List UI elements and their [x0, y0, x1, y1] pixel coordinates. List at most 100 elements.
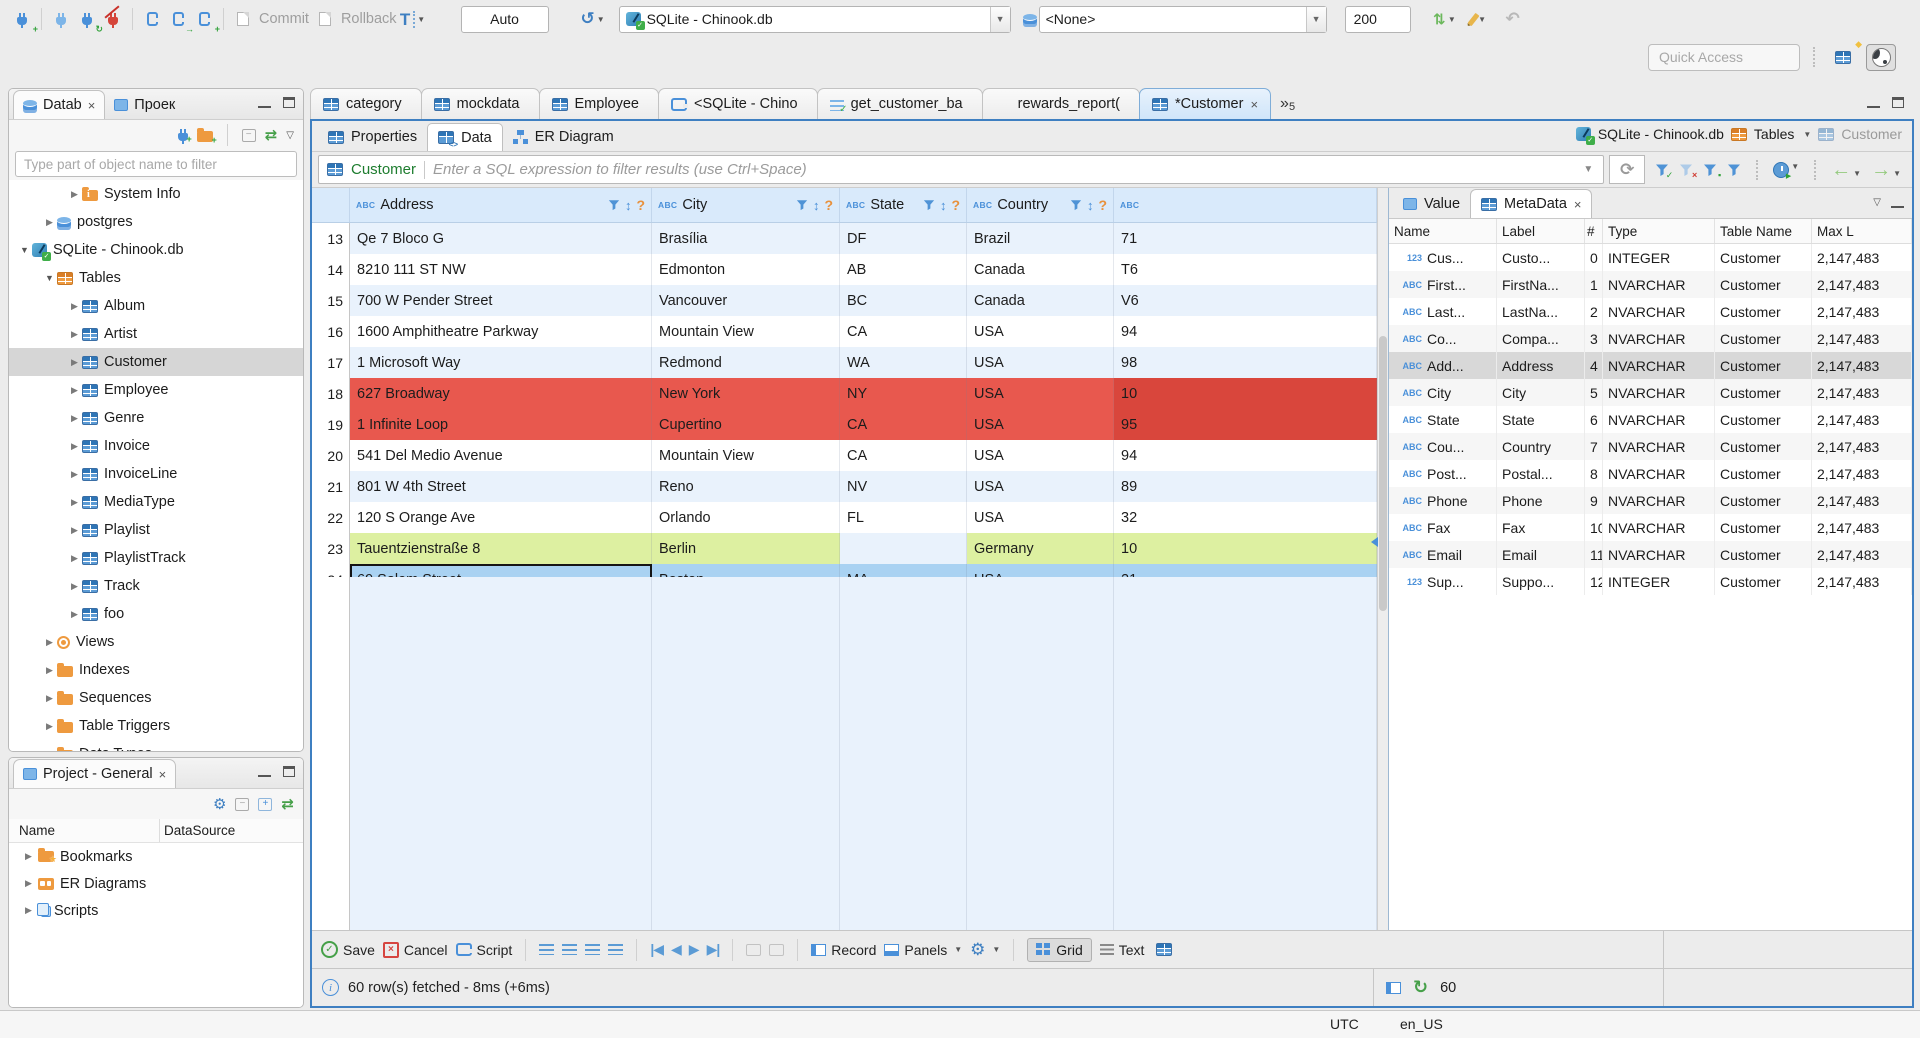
gear-icon[interactable]: ⚙ [213, 797, 226, 812]
fetch-all-icon[interactable] [562, 944, 578, 955]
view-menu-icon[interactable]: ▽ [1873, 197, 1881, 208]
meta-cell-type[interactable]: NVARCHAR [1603, 325, 1715, 352]
row-number-cell[interactable]: 16 [312, 316, 350, 347]
view-menu-icon[interactable]: ▽ [286, 130, 294, 141]
grid-cell-state[interactable]: CA [840, 440, 967, 471]
settings-button[interactable]: ⚙ ▼ [970, 941, 1000, 958]
column-ordinal[interactable]: # [1585, 219, 1603, 243]
transaction-log-icon[interactable]: T ▼ [400, 7, 425, 31]
tree-item[interactable]: Data Types [9, 740, 303, 751]
editor-tab[interactable]: rewards_report( [981, 88, 1140, 119]
new-folder-icon[interactable]: + [196, 128, 217, 145]
meta-cell-label[interactable]: LastNa... [1497, 298, 1585, 325]
row-number-header[interactable] [312, 188, 350, 222]
tree-item[interactable]: Sequences [9, 684, 303, 712]
table-row[interactable]: ABC State State 6 NVARCHAR Customer 2,147… [1389, 406, 1912, 433]
meta-cell-type[interactable]: NVARCHAR [1603, 514, 1715, 541]
tree-item[interactable]: Tables [9, 264, 303, 292]
meta-cell-ordinal[interactable]: 3 [1585, 325, 1603, 352]
tree-item[interactable]: postgres [9, 208, 303, 236]
expander-icon[interactable] [67, 497, 82, 508]
expander-icon[interactable] [17, 245, 32, 255]
grid-cell-city[interactable]: Mountain View [652, 316, 840, 347]
editor-tab[interactable]: *Customer × [1138, 88, 1272, 119]
grid-cell-city[interactable]: Edmonton [652, 254, 840, 285]
grid-cell-postal[interactable]: 98 [1114, 347, 1377, 378]
grid-cell-country[interactable]: Germany [967, 533, 1114, 564]
meta-cell-ordinal[interactable]: 10 [1585, 514, 1603, 541]
meta-cell-max[interactable]: 2,147,483 [1812, 541, 1912, 568]
meta-cell-name[interactable]: ABC Cou... [1389, 433, 1497, 460]
grid-cell-postal[interactable]: 32 [1114, 502, 1377, 533]
maximize-icon[interactable] [283, 96, 295, 108]
close-icon[interactable]: × [159, 768, 167, 781]
meta-cell-table[interactable]: Customer [1715, 271, 1812, 298]
first-row-button[interactable]: |◀ [650, 941, 664, 958]
list-item[interactable]: Bookmarks [9, 843, 303, 870]
refresh-button[interactable]: ⟳ [1609, 155, 1646, 184]
help-icon[interactable]: ? [824, 197, 833, 213]
meta-cell-name[interactable]: ABC City [1389, 379, 1497, 406]
meta-cell-label[interactable]: FirstNa... [1497, 271, 1585, 298]
table-row[interactable]: ABC Cou... Country 7 NVARCHAR Customer 2,… [1389, 433, 1912, 460]
meta-cell-max[interactable]: 2,147,483 [1812, 244, 1912, 271]
grid-cell-state[interactable]: NY [840, 378, 967, 409]
fetch-next-icon[interactable] [585, 944, 601, 955]
grid-cell-state[interactable] [840, 533, 967, 564]
meta-cell-ordinal[interactable]: 4 [1585, 352, 1603, 379]
close-icon[interactable]: × [88, 99, 96, 112]
meta-cell-max[interactable]: 2,147,483 [1812, 433, 1912, 460]
table-row[interactable]: ABC Post... Postal... 8 NVARCHAR Customer… [1389, 460, 1912, 487]
meta-cell-type[interactable]: NVARCHAR [1603, 433, 1715, 460]
meta-cell-label[interactable]: City [1497, 379, 1585, 406]
expander-icon[interactable] [21, 851, 36, 862]
expand-all-icon[interactable]: + [258, 797, 273, 811]
expander-icon[interactable] [42, 217, 57, 228]
grid-cell-postal[interactable]: 94 [1114, 440, 1377, 471]
link-with-editor-icon[interactable]: ⇄ [265, 126, 278, 144]
grid-cell-country[interactable]: USA [967, 409, 1114, 440]
minimize-icon[interactable] [1867, 103, 1880, 108]
row-number-cell[interactable]: 23 [312, 533, 350, 564]
grid-cell-state[interactable]: CA [840, 316, 967, 347]
meta-cell-label[interactable]: Postal... [1497, 460, 1585, 487]
meta-cell-ordinal[interactable]: 6 [1585, 406, 1603, 433]
previous-row-button[interactable]: ◀ [671, 941, 682, 958]
maximize-icon[interactable] [1892, 96, 1904, 108]
grid-cell-country[interactable]: Canada [967, 254, 1114, 285]
table-view-icon[interactable] [1156, 943, 1173, 956]
table-row[interactable]: ABCFax Fax 10 NVARCHAR Customer 2,147,48… [1389, 514, 1912, 541]
meta-cell-label[interactable]: State [1497, 406, 1585, 433]
grid-cell-address[interactable]: 120 S Orange Ave [350, 502, 652, 533]
expander-icon[interactable] [67, 609, 82, 620]
expander-icon[interactable] [67, 469, 82, 480]
meta-cell-max[interactable]: 2,147,483 [1812, 568, 1912, 595]
tree-item[interactable]: MediaType [9, 488, 303, 516]
tab-database-navigator[interactable]: Datab × [13, 90, 106, 119]
meta-cell-max[interactable]: 2,147,483 [1812, 514, 1912, 541]
meta-cell-max[interactable]: 2,147,483 [1812, 487, 1912, 514]
filter-icon[interactable] [796, 199, 808, 211]
meta-cell-name[interactable]: ABC Co... [1389, 325, 1497, 352]
help-icon[interactable]: ? [951, 197, 960, 213]
row-number-cell[interactable]: 18 [312, 378, 350, 409]
meta-cell-name[interactable]: ABC Last... [1389, 298, 1497, 325]
meta-cell-table[interactable]: Customer [1715, 406, 1812, 433]
column-label[interactable]: Label [1497, 219, 1585, 243]
meta-cell-ordinal[interactable]: 11 [1585, 541, 1603, 568]
grid-cell-address[interactable]: 1600 Amphitheatre Parkway [350, 316, 652, 347]
cancel-button[interactable]: × Cancel [382, 941, 448, 958]
text-view-button[interactable]: Text [1099, 942, 1144, 958]
grid-cell-state[interactable]: CA [840, 409, 967, 440]
expander-icon[interactable] [67, 329, 82, 340]
expander-icon[interactable] [67, 413, 82, 424]
row-number-cell[interactable]: 17 [312, 347, 350, 378]
expander-icon[interactable] [67, 525, 82, 536]
meta-cell-name[interactable]: ABC Phone [1389, 487, 1497, 514]
tab-data[interactable]: Data [427, 123, 503, 151]
grid-cell-state[interactable]: WA [840, 347, 967, 378]
row-number-cell[interactable]: 22 [312, 502, 350, 533]
meta-cell-name[interactable]: 123 Cus... [1389, 244, 1497, 271]
grid-cell-address[interactable]: Tauentzienstraße 8 [350, 533, 652, 564]
grid-cell-state[interactable]: AB [840, 254, 967, 285]
